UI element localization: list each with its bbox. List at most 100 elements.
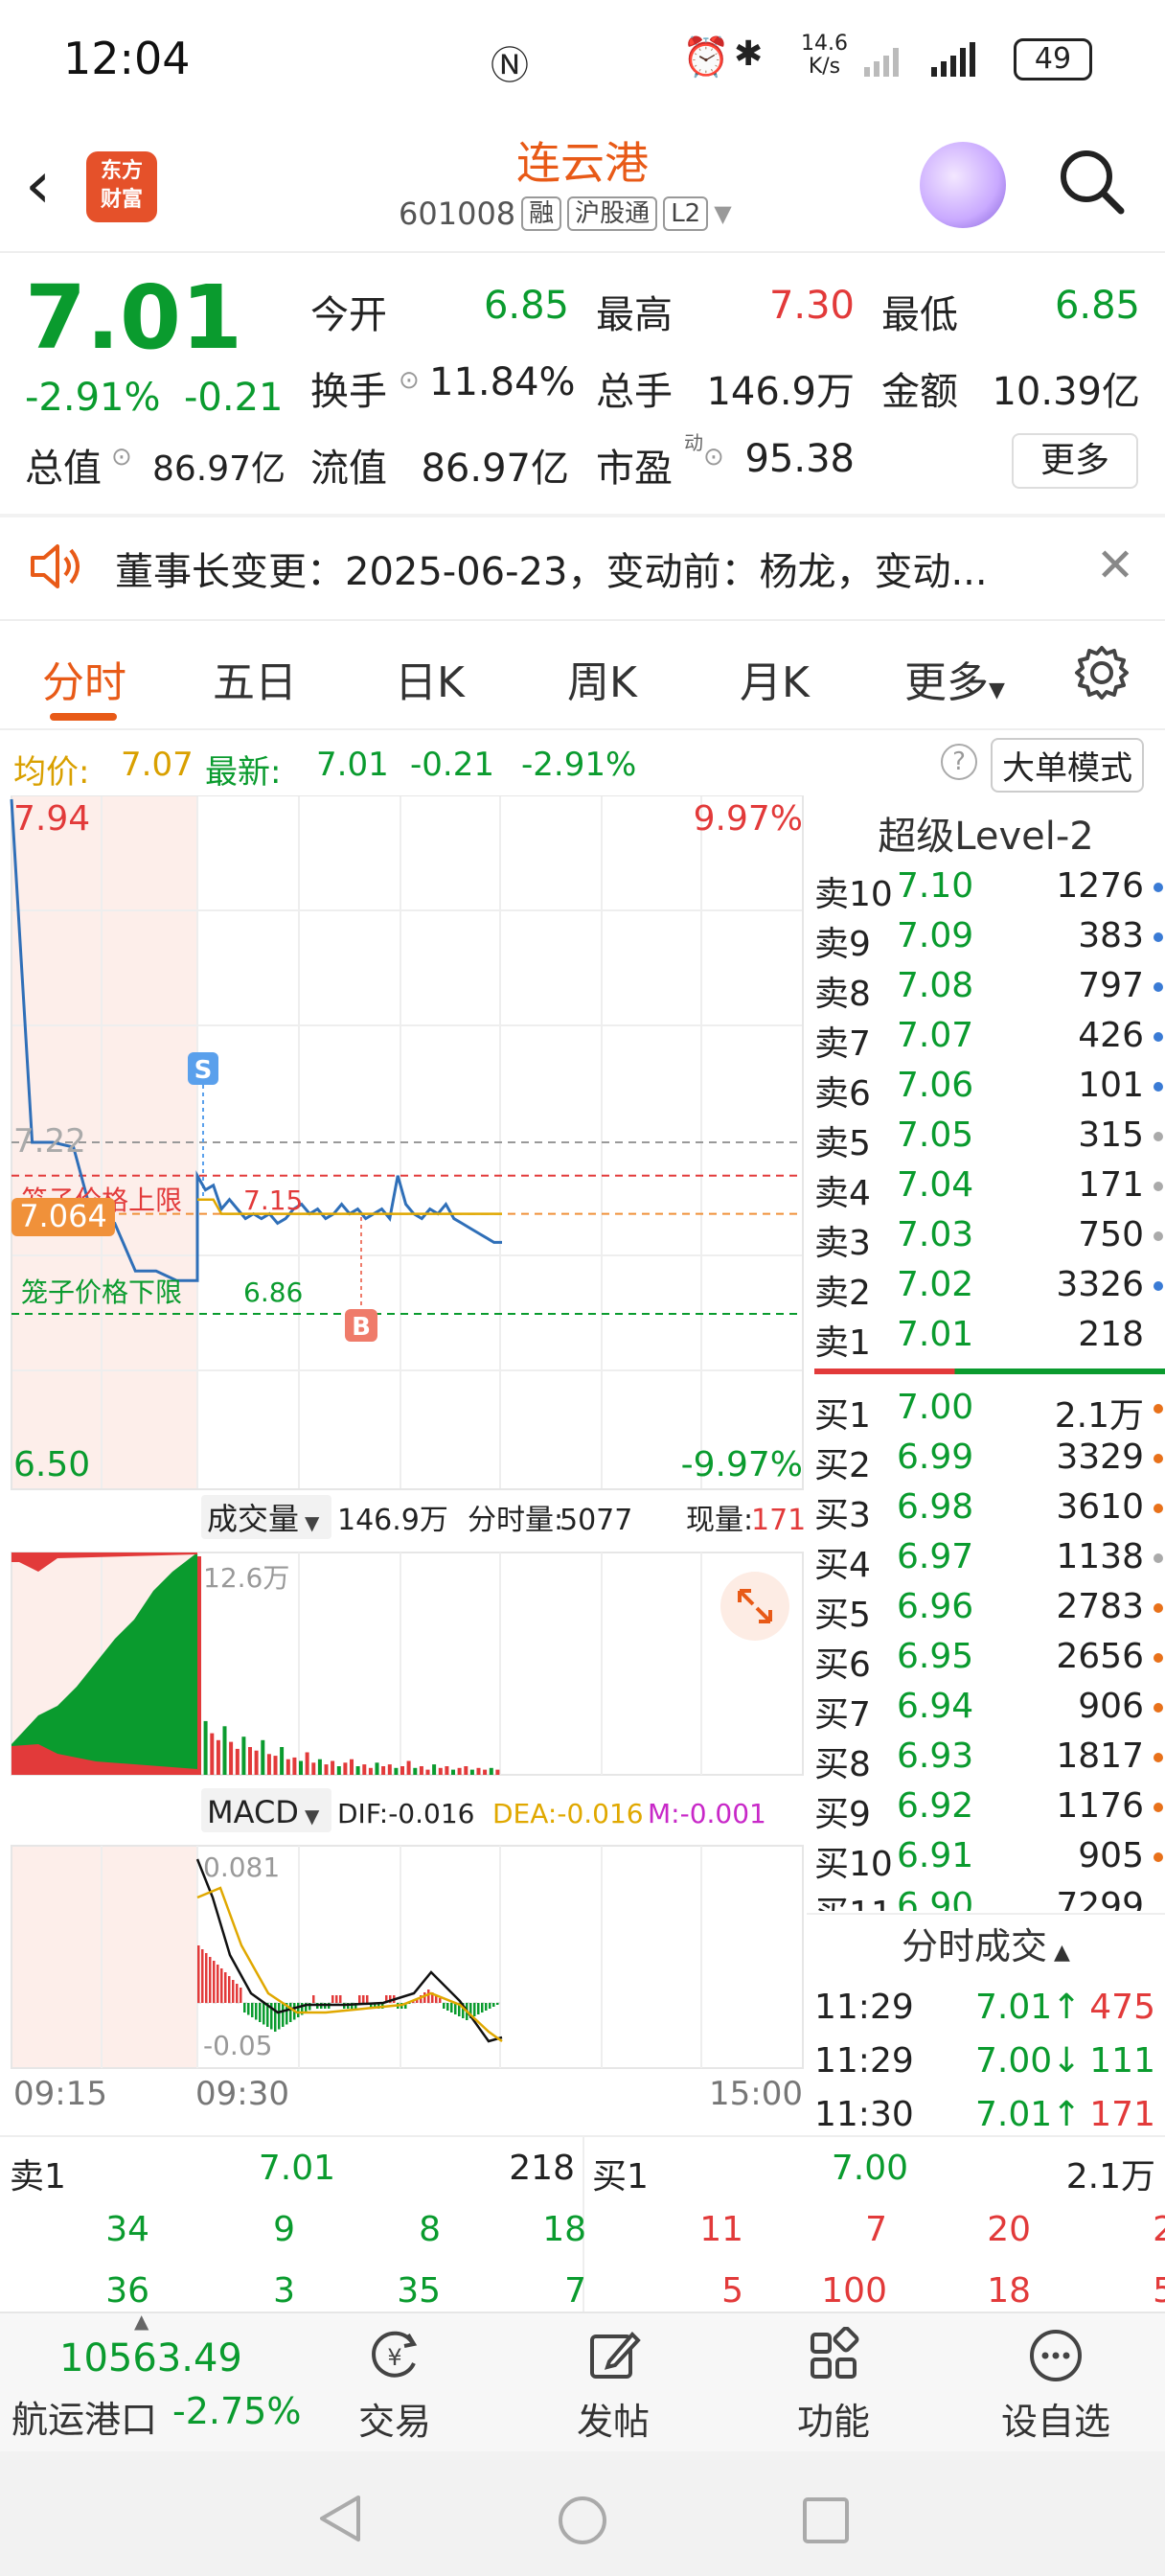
depth-cell: 9 (273, 2210, 295, 2249)
level-dot-icon (1154, 1803, 1163, 1812)
expand-icon[interactable] (720, 1572, 789, 1641)
volume-bar (400, 1766, 404, 1775)
depth-bid-label: 买1 (592, 2157, 649, 2196)
system-recents-icon[interactable] (801, 2496, 851, 2545)
depth-cell: 7 (865, 2210, 887, 2249)
bid-row[interactable]: 买2 6.99 3329 (814, 1432, 1165, 1485)
bid-row[interactable]: 买8 6.93 1817 (814, 1731, 1165, 1784)
intraday-chart[interactable]: 7.94 9.97% 6.50 -9.97% 7.22 笼子价格上限 7.15 … (0, 794, 807, 2137)
trades-header[interactable]: 分时成交 ▲ (807, 1913, 1165, 1980)
depth-cell: 18 (987, 2271, 1031, 2311)
marker-s[interactable]: S (188, 1052, 218, 1085)
macd-histogram-bar (259, 2003, 262, 2022)
macd-histogram-bar (450, 2003, 453, 2012)
tab-intraday[interactable]: 分时 (42, 648, 126, 709)
volume-bar (413, 1767, 418, 1775)
nav-add-watchlist[interactable]: 设自选 (979, 2327, 1132, 2445)
tab-more[interactable]: 更多▼ (904, 648, 1005, 709)
volume-label[interactable]: 成交量 (207, 1501, 299, 1537)
tab-monthly[interactable]: 月K (740, 648, 810, 709)
trade-price: 7.01↑ (975, 1988, 1082, 2027)
volume-bar (381, 1766, 386, 1775)
macd-histogram-bar (278, 2003, 281, 2030)
bid-row[interactable]: 买9 6.92 1176 (814, 1781, 1165, 1834)
macd-histogram-bar (481, 2003, 484, 2012)
bid-row[interactable]: 买3 6.98 3610 (814, 1482, 1165, 1535)
depth-cell: 3 (273, 2271, 295, 2311)
auction-zone-macd (11, 1846, 197, 2068)
tab-daily[interactable]: 日K (395, 648, 465, 709)
search-icon[interactable] (1056, 146, 1127, 217)
dropdown-triangle-icon[interactable]: ▼ (305, 1805, 320, 1828)
volume-bar (210, 1733, 215, 1775)
x-tick-open: 09:15 (13, 2075, 107, 2113)
info-icon[interactable]: ⊙ (399, 366, 420, 395)
settings-gear-icon[interactable] (1073, 644, 1131, 702)
trade-price: 7.00↓ (975, 2041, 1082, 2081)
depth-cell: 5 (1153, 2271, 1165, 2311)
macd-histogram-bar (443, 2003, 445, 2009)
system-back-icon[interactable] (316, 2494, 364, 2543)
last-price: 7.01 (25, 266, 242, 369)
dropdown-triangle-icon[interactable]: ▼ (714, 200, 731, 227)
active-tab-indicator (50, 713, 117, 721)
intraday-chart-area[interactable]: 7.94 9.97% 6.50 -9.97% 7.22 笼子价格上限 7.15 … (0, 794, 807, 2137)
dropdown-triangle-icon[interactable]: ▼ (305, 1511, 320, 1534)
nav-functions[interactable]: 功能 (757, 2326, 910, 2445)
tab-weekly[interactable]: 周K (567, 648, 637, 709)
level-label: 买11 (814, 1886, 893, 1911)
macd-histogram-bar (496, 2003, 499, 2005)
macd-histogram-bar (240, 1988, 242, 2003)
high-value: 7.30 (768, 284, 855, 328)
depth-cell: 5 (721, 2271, 743, 2311)
volume-bar (254, 1750, 259, 1775)
current-price-tag: 7.064 (11, 1198, 115, 1236)
svg-text:7.064: 7.064 (19, 1198, 107, 1234)
depth-cell: 7 (564, 2271, 586, 2311)
volume-bar (394, 1767, 399, 1775)
level-dot-icon (1154, 1703, 1163, 1713)
macd-label[interactable]: MACD (207, 1794, 299, 1830)
status-bar: 12:04 Ⓝ ⏰ ✱ 14.6 K/s 49 (0, 0, 1165, 115)
level-label: 买8 (814, 1745, 871, 1784)
close-icon[interactable]: ✕ (1096, 539, 1134, 592)
volume-bar (350, 1759, 354, 1775)
macd-dea: DEA:-0.016 (492, 1798, 644, 1829)
bid-row[interactable]: 买4 6.97 1138 (814, 1531, 1165, 1585)
turnover-value: 11.84% (429, 360, 576, 404)
mktcap-label: 总值 (25, 447, 102, 491)
tab-5day[interactable]: 五日 (213, 648, 297, 709)
change-pct: -2.91% (25, 376, 161, 420)
bid-row[interactable]: 买5 6.96 2783 (814, 1581, 1165, 1635)
info-icon[interactable]: ⊙ (703, 443, 724, 472)
marker-b[interactable]: B (345, 1309, 377, 1342)
macd-histogram-bar (331, 1995, 334, 2003)
bid-row[interactable]: 买1 7.00 2.1万 (814, 1382, 1165, 1436)
macd-histogram-bar (255, 2003, 258, 2020)
price-bottom-label: 6.50 (13, 1445, 90, 1484)
macd-histogram-bar (339, 1995, 342, 2003)
system-home-icon[interactable] (556, 2494, 609, 2547)
nav-trade[interactable]: ¥ 交易 (318, 2327, 471, 2445)
big-order-mode-button[interactable]: 大单模式 (991, 738, 1144, 793)
index-ticker[interactable]: ▲ 10563.49 航运港口 -2.75% (0, 2310, 305, 2453)
level-price: 6.93 (897, 1736, 974, 1776)
volume-label: 总手 (596, 370, 673, 414)
notice-bar[interactable]: 董事长变更：2025-06-23，变动前：杨龙，变动... ✕ (0, 518, 1165, 617)
more-button[interactable]: 更多 (1012, 433, 1138, 489)
bid-row[interactable]: 买116.90 7299 (814, 1880, 1165, 1911)
macd-histogram-bar (236, 1984, 239, 2003)
macd-histogram-bar (473, 2003, 476, 2016)
help-icon[interactable]: ? (941, 744, 977, 780)
float-label: 流值 (310, 447, 387, 491)
bid-row[interactable]: 买6 6.95 2656 (814, 1631, 1165, 1685)
bid-row[interactable]: 买7 6.94 906 (814, 1681, 1165, 1735)
depth-cell: 11 (699, 2210, 743, 2249)
nav-post[interactable]: 发帖 (537, 2327, 690, 2445)
level-label: 买10 (814, 1845, 893, 1884)
info-icon[interactable]: ⊙ (111, 443, 132, 472)
level-dot-icon (1154, 1653, 1163, 1663)
level-price: 6.90 (897, 1886, 974, 1911)
ai-assistant-avatar[interactable] (920, 142, 1006, 228)
bid-row[interactable]: 买10 6.91 905 (814, 1830, 1165, 1884)
